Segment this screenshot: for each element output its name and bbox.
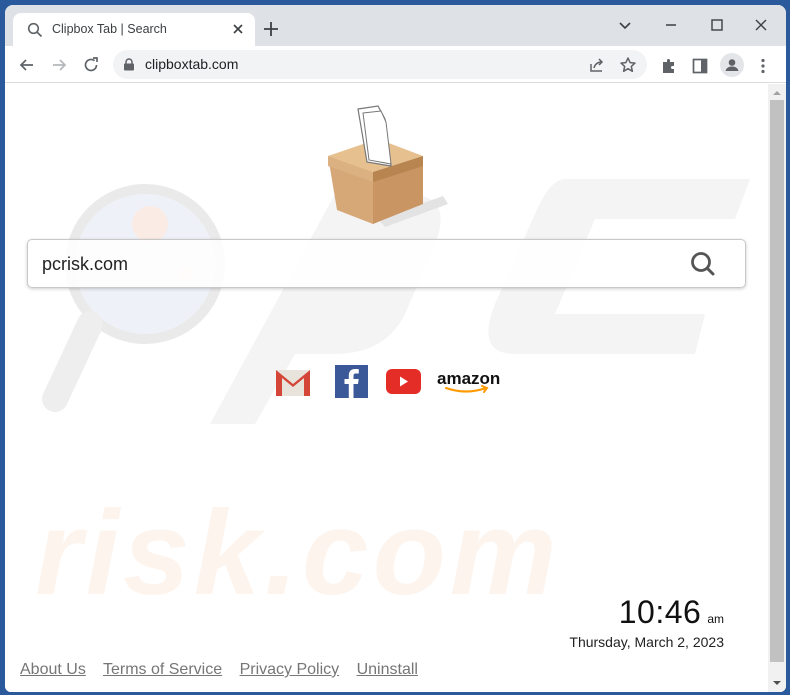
vertical-scrollbar[interactable] bbox=[768, 84, 786, 692]
reload-icon[interactable] bbox=[81, 55, 101, 75]
page-content: risk.com amazon 10:46 am Thursday, March … bbox=[5, 84, 768, 692]
plus-icon[interactable] bbox=[262, 20, 280, 38]
clock-ampm: am bbox=[707, 612, 724, 626]
profile-icon[interactable] bbox=[720, 53, 744, 77]
clock-date: Thursday, March 2, 2023 bbox=[569, 634, 724, 650]
clock-time: 10:46 bbox=[618, 594, 702, 630]
tab-strip: Clipbox Tab | Search bbox=[5, 5, 786, 46]
uninstall-link[interactable]: Uninstall bbox=[357, 661, 418, 678]
scroll-down-icon[interactable] bbox=[772, 679, 782, 687]
browser-toolbar: clipboxtab.com bbox=[5, 46, 786, 83]
ballot-box-icon bbox=[328, 105, 448, 227]
privacy-policy-link[interactable]: Privacy Policy bbox=[240, 661, 340, 678]
clock-widget: 10:46 am Thursday, March 2, 2023 bbox=[569, 594, 724, 650]
tab-active[interactable]: Clipbox Tab | Search bbox=[13, 13, 255, 46]
svg-text:risk.com: risk.com bbox=[35, 486, 561, 620]
facebook-icon[interactable] bbox=[335, 365, 368, 398]
amazon-label: amazon bbox=[437, 369, 500, 388]
gmail-icon[interactable] bbox=[276, 370, 310, 396]
forward-icon[interactable] bbox=[49, 55, 69, 75]
menu-icon[interactable] bbox=[753, 56, 773, 76]
chevron-down-icon[interactable] bbox=[615, 15, 635, 35]
terms-of-service-link[interactable]: Terms of Service bbox=[103, 661, 222, 678]
tab-title: Clipbox Tab | Search bbox=[52, 22, 167, 36]
back-icon[interactable] bbox=[17, 55, 37, 75]
footer-links: About Us Terms of Service Privacy Policy… bbox=[20, 661, 431, 679]
lock-icon[interactable] bbox=[123, 58, 135, 71]
search-input[interactable] bbox=[42, 252, 662, 276]
extensions-icon[interactable] bbox=[659, 56, 679, 76]
minimize-icon[interactable] bbox=[661, 15, 681, 35]
side-panel-icon[interactable] bbox=[690, 56, 710, 76]
search-box bbox=[27, 239, 746, 288]
scroll-up-icon[interactable] bbox=[772, 89, 782, 97]
share-icon[interactable] bbox=[587, 55, 607, 75]
amazon-icon[interactable]: amazon bbox=[436, 367, 500, 397]
browser-window: Clipbox Tab | Search clipboxtab.com risk… bbox=[5, 5, 786, 692]
close-icon[interactable] bbox=[751, 15, 771, 35]
search-icon bbox=[27, 22, 43, 38]
youtube-icon[interactable] bbox=[386, 369, 421, 394]
maximize-icon[interactable] bbox=[707, 15, 727, 35]
search-icon[interactable] bbox=[689, 250, 717, 278]
url-text[interactable]: clipboxtab.com bbox=[145, 56, 238, 72]
scroll-thumb[interactable] bbox=[770, 100, 784, 662]
close-tab-icon[interactable] bbox=[229, 20, 247, 38]
star-icon[interactable] bbox=[618, 55, 638, 75]
address-bar[interactable]: clipboxtab.com bbox=[113, 50, 647, 79]
about-us-link[interactable]: About Us bbox=[20, 661, 86, 678]
